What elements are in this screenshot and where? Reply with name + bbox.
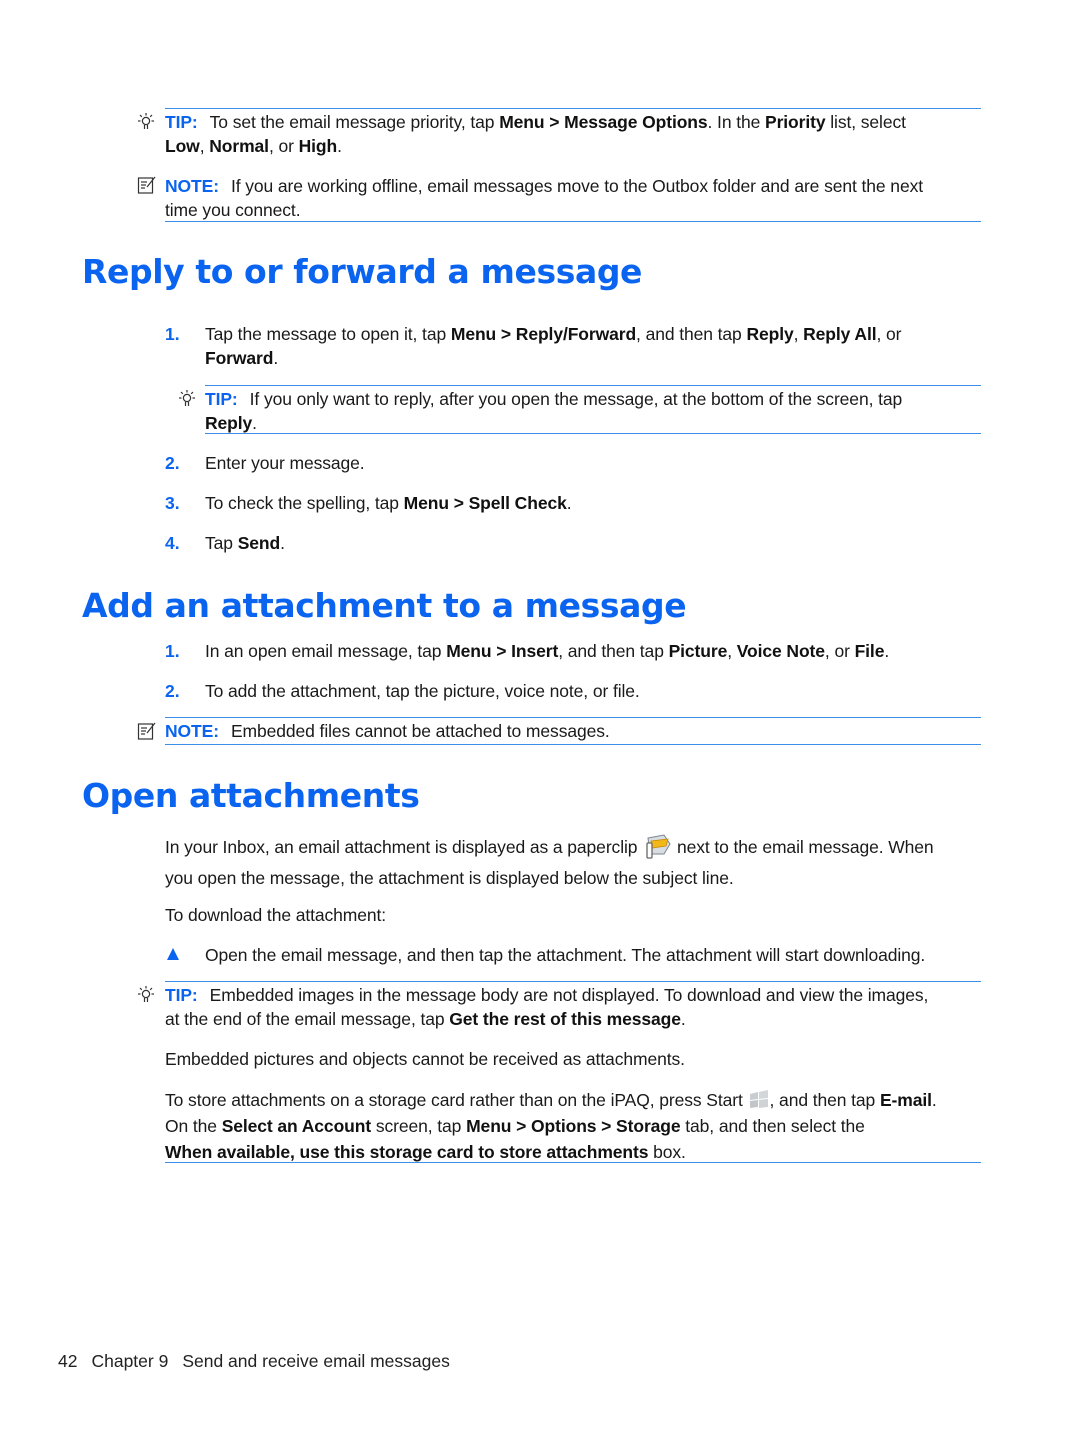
step-number: 4. <box>165 533 180 553</box>
tip-open-bottom-rule <box>165 1162 981 1163</box>
tip-priority: TIP: To set the email message priority, t… <box>165 112 906 156</box>
step-number: 1. <box>165 641 180 661</box>
note-embedded-files: NOTE: Embedded files cannot be attached t… <box>165 721 610 741</box>
paragraph-download: To download the attachment: <box>165 905 387 925</box>
tip-top-rule <box>165 108 981 109</box>
tip-embedded-images: TIP: Embedded images in the message body … <box>165 985 929 1029</box>
chapter-label: Chapter 9 <box>91 1351 169 1371</box>
note-pencil-icon <box>137 176 156 194</box>
page-footer: 42 Chapter 9 Send and receive email messag… <box>58 1350 464 1372</box>
tip-label: TIP: <box>165 112 198 132</box>
note-attach-bottom-rule <box>165 744 981 745</box>
step-number: 2. <box>165 681 180 701</box>
note-bottom-rule <box>165 221 981 222</box>
tip-label: TIP: <box>205 389 238 409</box>
note-label: NOTE: <box>165 176 219 196</box>
paragraph-storage-card: To store attachments on a storage card r… <box>165 1090 937 1162</box>
lightbulb-icon <box>179 390 195 406</box>
page-number: 42 <box>58 1351 78 1371</box>
note-pencil-icon <box>137 722 156 740</box>
step-attach-1: In an open email message, tap Menu > Ins… <box>205 641 890 661</box>
heading-reply-forward: Reply to or forward a message <box>82 252 643 291</box>
windows-start-icon <box>748 1090 770 1110</box>
step-reply-3: To check the spelling, tap Menu > Spell … <box>205 493 572 513</box>
note-label: NOTE: <box>165 721 219 741</box>
tip-reply-top-rule <box>205 385 981 386</box>
lightbulb-icon <box>138 113 154 129</box>
bullet-open-message: Open the email message, and then tap the… <box>205 945 926 965</box>
step-number: 2. <box>165 453 180 473</box>
lightbulb-icon <box>138 986 154 1002</box>
chapter-title: Send and receive email messages <box>182 1351 450 1371</box>
step-number: 3. <box>165 493 180 513</box>
paragraph-embedded-pictures: Embedded pictures and objects cannot be … <box>165 1049 685 1069</box>
triangle-bullet-icon <box>167 948 179 960</box>
tip-reply: TIP: If you only want to reply, after you… <box>205 389 903 433</box>
paragraph-paperclip: In your Inbox, an email attachment is di… <box>165 832 985 894</box>
step-reply-4: Tap Send. <box>205 533 285 553</box>
step-reply-2: Enter your message. <box>205 453 365 473</box>
tip-reply-bottom-rule <box>205 433 981 434</box>
heading-open-attachments: Open attachments <box>82 776 420 815</box>
tip-label: TIP: <box>165 985 198 1005</box>
step-reply-1: Tap the message to open it, tap Menu > R… <box>205 324 902 368</box>
step-number: 1. <box>165 324 180 344</box>
tip-open-top-rule <box>165 981 981 982</box>
paperclip-attachment-icon <box>642 832 672 859</box>
step-attach-2: To add the attachment, tap the picture, … <box>205 681 640 701</box>
note-attach-top-rule <box>165 717 981 718</box>
heading-add-attachment: Add an attachment to a message <box>82 586 687 625</box>
note-offline: NOTE: If you are working offline, email m… <box>165 176 923 220</box>
